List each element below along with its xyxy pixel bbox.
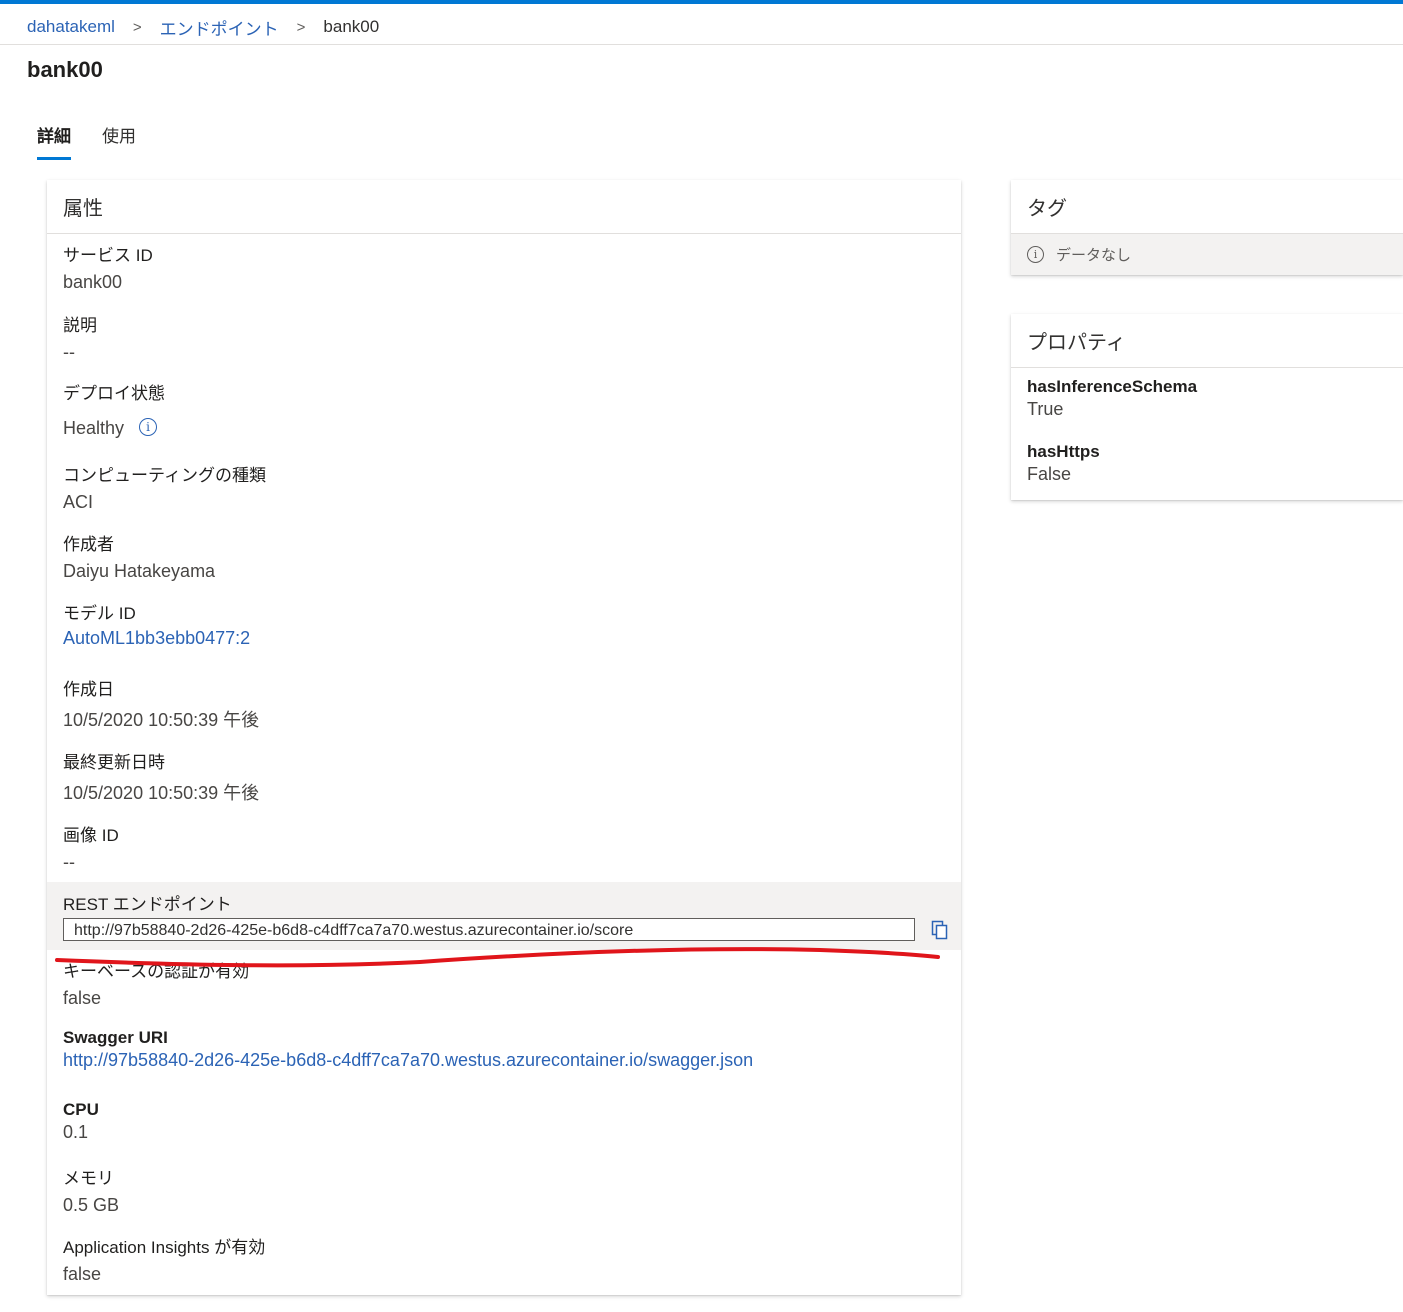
model-id-field: モデル ID AutoML1bb3ebb0477:2	[63, 599, 250, 649]
service-id-field: サービス ID bank00	[63, 241, 153, 293]
breadcrumb: dahatakeml > エンドポイント > bank00	[27, 14, 379, 40]
deploy-state-label: デプロイ状態	[63, 384, 165, 403]
compute-type-label: コンピューティングの種類	[63, 466, 266, 485]
property-label: hasInferenceSchema	[1027, 377, 1198, 396]
created-by-label: 作成者	[63, 535, 114, 554]
breadcrumb-workspace[interactable]: dahatakeml	[27, 17, 115, 37]
property-value: False	[1027, 464, 1072, 484]
breadcrumb-endpoints[interactable]: エンドポイント	[160, 15, 279, 40]
image-id-label: 画像 ID	[63, 826, 119, 845]
property-item: hasInferenceSchema True	[1027, 377, 1197, 420]
description-value: --	[63, 342, 75, 362]
app-insights-label: Application Insights が有効	[63, 1238, 266, 1257]
rest-endpoint-label: REST エンドポイント	[63, 895, 232, 914]
tab-bar: 詳細 使用	[37, 122, 167, 160]
property-label: hasHttps	[1027, 442, 1100, 461]
tab-consume[interactable]: 使用	[102, 122, 136, 160]
updated-on-field: 最終更新日時 10/5/2020 10:50:39 午後	[63, 748, 259, 805]
tab-details[interactable]: 詳細	[37, 122, 71, 160]
chevron-right-icon: >	[296, 18, 306, 36]
cpu-value: 0.1	[63, 1122, 89, 1142]
compute-type-value: ACI	[63, 492, 94, 512]
swagger-label: Swagger URI	[63, 1028, 168, 1047]
chevron-right-icon: >	[132, 18, 142, 36]
app-insights-field: Application Insights が有効 false	[63, 1233, 265, 1285]
created-on-field: 作成日 10/5/2020 10:50:39 午後	[63, 675, 259, 732]
service-id-label: サービス ID	[63, 246, 153, 265]
created-by-field: 作成者 Daiyu Hatakeyama	[63, 530, 215, 582]
model-id-link[interactable]: AutoML1bb3ebb0477:2	[63, 628, 250, 649]
created-by-value: Daiyu Hatakeyama	[63, 561, 216, 581]
attributes-header: 属性	[47, 180, 961, 234]
compute-type-field: コンピューティングの種類 ACI	[63, 461, 266, 513]
memory-value: 0.5 GB	[63, 1195, 120, 1215]
breadcrumb-divider	[0, 44, 1403, 45]
rest-endpoint-input[interactable]: http://97b58840-2d26-425e-b6d8-c4dff7ca7…	[63, 918, 915, 941]
rest-endpoint-field: REST エンドポイント	[63, 890, 232, 915]
property-item: hasHttps False	[1027, 442, 1100, 485]
info-icon[interactable]: i	[139, 418, 158, 436]
updated-on-label: 最終更新日時	[63, 753, 165, 772]
image-id-field: 画像 ID --	[63, 821, 119, 873]
created-on-label: 作成日	[63, 680, 114, 699]
properties-card: プロパティ hasInferenceSchema True hasHttps F…	[1011, 314, 1403, 500]
swagger-link[interactable]: http://97b58840-2d26-425e-b6d8-c4dff7ca7…	[63, 1050, 753, 1071]
tags-header: タグ	[1011, 180, 1403, 234]
deploy-state-value-row: Healthy i	[63, 418, 165, 439]
app-insights-value: false	[63, 1264, 102, 1284]
memory-label: メモリ	[63, 1169, 114, 1188]
cpu-label: CPU	[63, 1100, 99, 1119]
breadcrumb-current: bank00	[323, 17, 380, 36]
updated-on-value: 10/5/2020 10:50:39 午後	[63, 783, 260, 803]
model-id-label: モデル ID	[63, 604, 136, 623]
key-auth-value: false	[63, 988, 102, 1008]
copy-icon[interactable]	[930, 920, 950, 940]
deploy-state-value: Healthy	[63, 418, 125, 438]
description-field: 説明 --	[63, 311, 97, 363]
attributes-card: 属性 サービス ID bank00 説明 -- デプロイ状態 Healthy i…	[47, 180, 961, 1295]
created-on-value: 10/5/2020 10:50:39 午後	[63, 710, 260, 730]
cpu-field: CPU 0.1	[63, 1100, 99, 1143]
deploy-state-field: デプロイ状態 Healthy i	[63, 379, 165, 439]
key-auth-field: キーベースの認証が有効 false	[63, 957, 249, 1009]
tags-card: タグ i データなし	[1011, 180, 1403, 275]
service-id-value: bank00	[63, 272, 123, 292]
swagger-field: Swagger URI http://97b58840-2d26-425e-b6…	[63, 1028, 753, 1071]
property-value: True	[1027, 399, 1064, 419]
memory-field: メモリ 0.5 GB	[63, 1164, 119, 1216]
page-title: bank00	[27, 57, 103, 82]
description-label: 説明	[63, 316, 97, 335]
tags-empty-text: データなし	[1056, 247, 1132, 264]
top-accent-bar	[0, 0, 1403, 4]
info-icon: i	[1027, 246, 1044, 263]
properties-header: プロパティ	[1011, 314, 1403, 368]
key-auth-label: キーベースの認証が有効	[63, 962, 250, 981]
tags-empty-state: i データなし	[1011, 234, 1403, 275]
image-id-value: --	[63, 852, 75, 872]
